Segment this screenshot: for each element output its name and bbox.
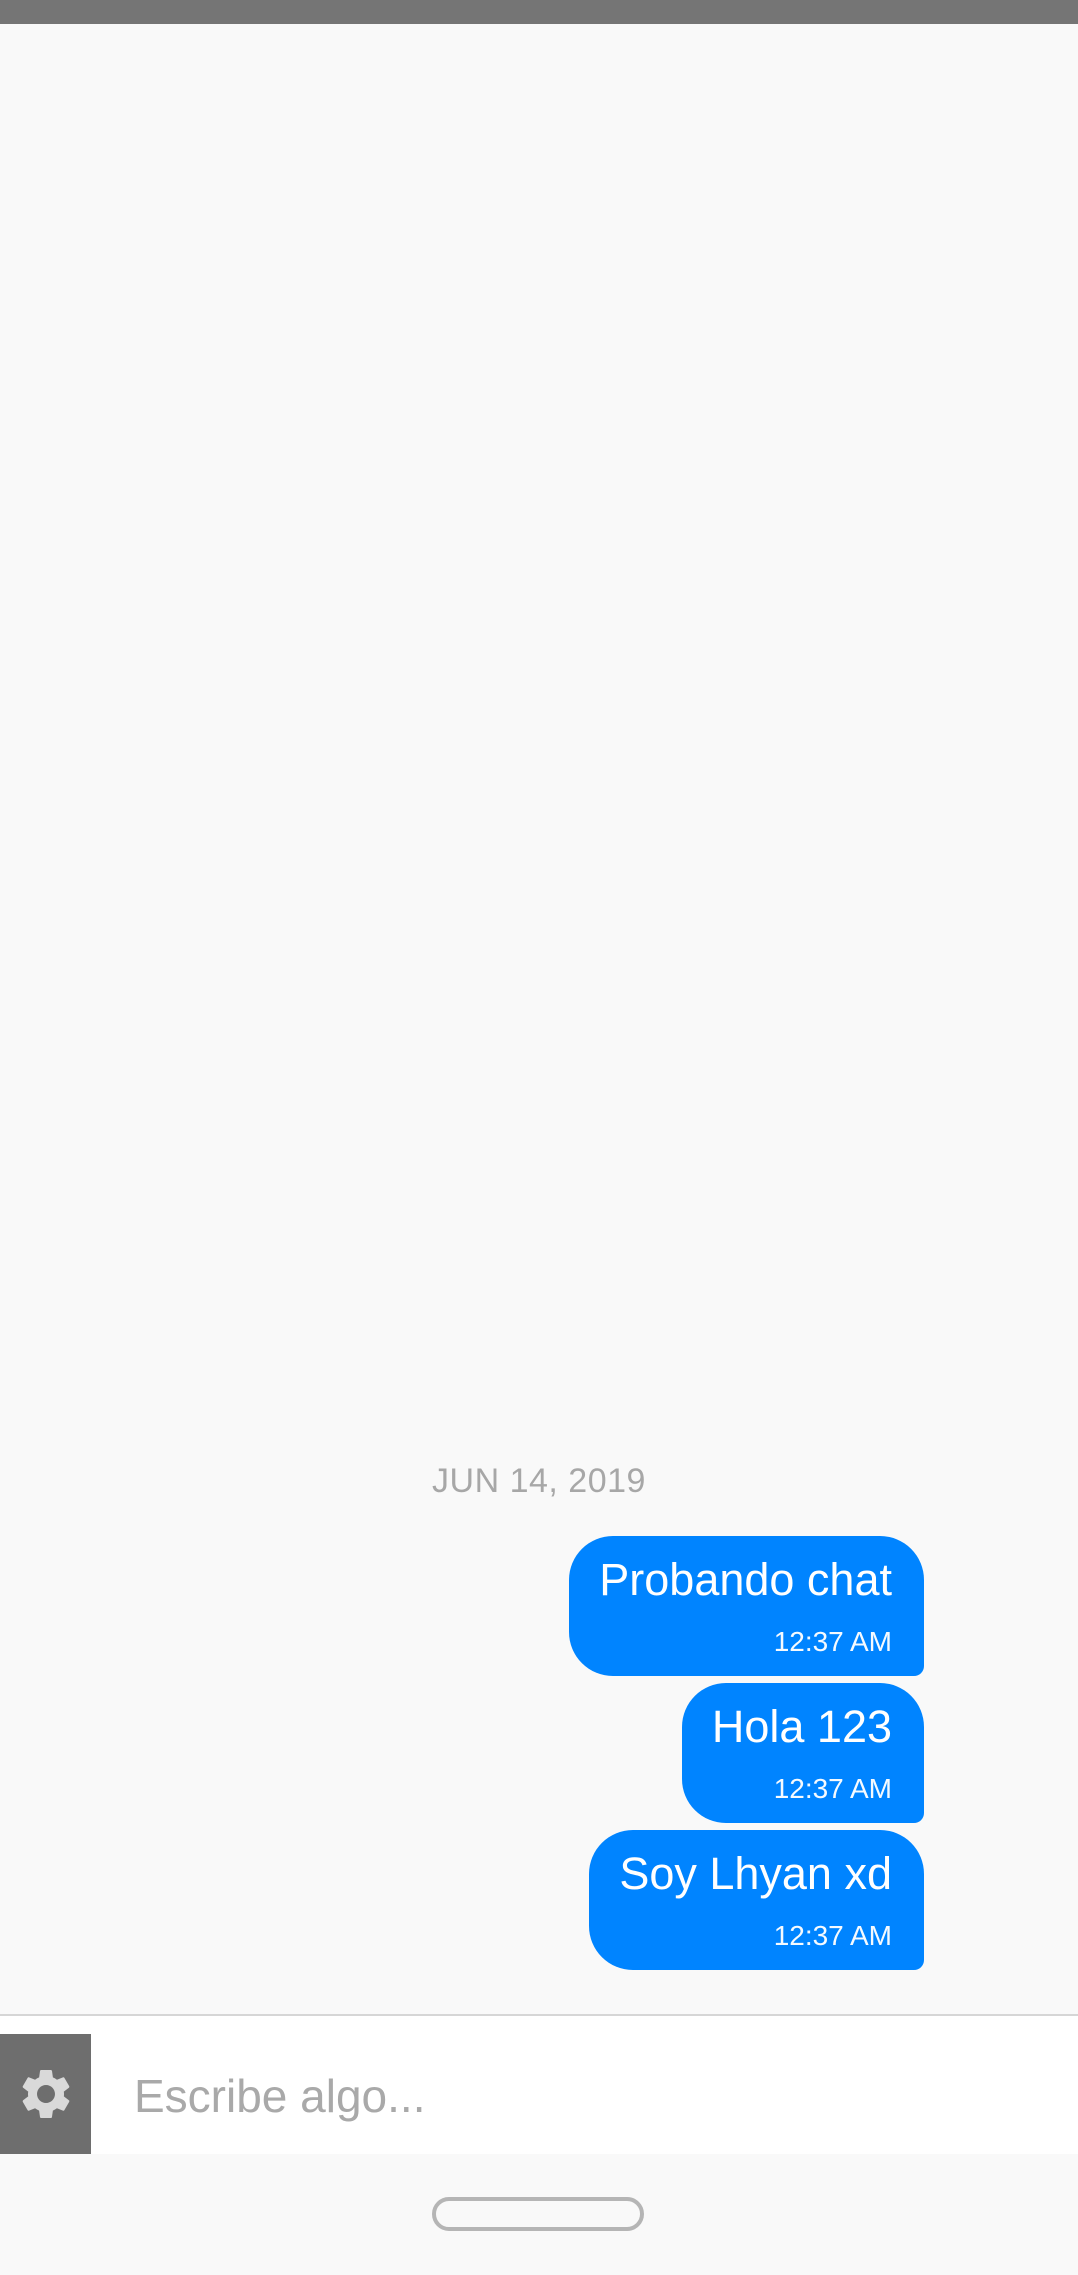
settings-button[interactable]: [0, 2034, 91, 2154]
gear-icon: [22, 2070, 69, 2118]
message-text: Hola 123: [711, 1701, 892, 1752]
message-time: 12:37 AM: [773, 1773, 892, 1804]
home-gesture-pill[interactable]: [432, 2197, 644, 2231]
message-bubble[interactable]: Probando chat 12:37 AM: [569, 1536, 924, 1676]
composer-bar: [0, 2014, 1078, 2154]
message-list: Probando chat 12:37 AM Hola 123 12:37 AM…: [569, 1536, 924, 1977]
status-bar: [0, 0, 1078, 24]
message-bubble[interactable]: Soy Lhyan xd 12:37 AM: [589, 1830, 924, 1970]
navigation-bar: [0, 2154, 1078, 2275]
message-bubble[interactable]: Hola 123 12:37 AM: [681, 1683, 924, 1823]
chat-area[interactable]: JUN 14, 2019 Probando chat 12:37 AM Hola…: [0, 24, 1078, 2014]
date-separator: JUN 14, 2019: [432, 1462, 646, 1500]
message-text: Probando chat: [599, 1554, 892, 1605]
message-text: Soy Lhyan xd: [619, 1848, 892, 1899]
message-input[interactable]: [122, 2046, 1046, 2146]
message-time: 12:37 AM: [773, 1920, 892, 1951]
message-time: 12:37 AM: [773, 1626, 892, 1657]
